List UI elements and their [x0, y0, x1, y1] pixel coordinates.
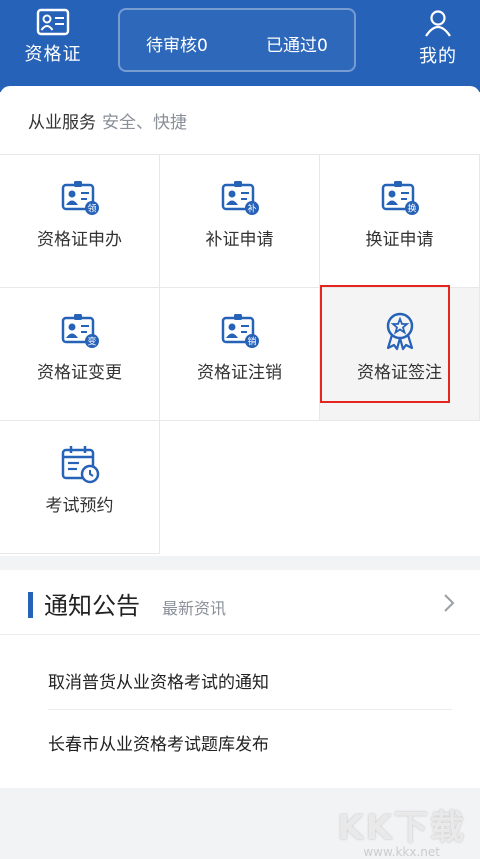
service-label: 资格证注销 — [197, 363, 282, 383]
divider — [48, 709, 452, 710]
services-subtitle: 安全、快捷 — [102, 113, 187, 133]
services-title: 从业服务 安全、快捷 — [28, 108, 187, 133]
service-badge: 补 — [247, 203, 256, 215]
certificate-apply-icon: 领 — [61, 181, 99, 215]
calendar-clock-icon — [61, 446, 100, 484]
service-label: 资格证变更 — [37, 363, 122, 383]
news-item[interactable]: 取消普货从业资格考试的通知 — [48, 668, 269, 693]
app-header: 资格证 待审核0 已通过0 我的 — [0, 0, 480, 92]
service-badge: 变 — [87, 336, 96, 348]
notice-accent-bar — [28, 592, 33, 618]
service-badge: 换 — [407, 203, 416, 215]
certificate-reissue-icon: 补 — [221, 181, 259, 215]
certificate-cancel-icon: 销 — [221, 314, 259, 348]
mine-button[interactable]: 我的 — [408, 0, 468, 80]
watermark: KK下载 www.kkx.net — [337, 800, 466, 859]
service-badge: 销 — [247, 336, 256, 348]
mine-label: 我的 — [419, 46, 457, 67]
pending-count[interactable]: 待审核0 — [146, 31, 208, 56]
service-change[interactable]: 变 资格证变更 — [0, 288, 160, 421]
news-item[interactable]: 长春市从业资格考试题库发布 — [48, 730, 269, 755]
service-exam-booking[interactable]: 考试预约 — [0, 421, 160, 554]
certificate-change-icon: 变 — [61, 314, 99, 348]
user-icon — [425, 10, 451, 37]
divider — [0, 634, 480, 635]
notice-section: 通知公告 最新资讯 取消普货从业资格考试的通知 长春市从业资格考试题库发布 — [0, 570, 480, 788]
service-replace[interactable]: 换 换证申请 — [320, 155, 480, 288]
certificate-button[interactable]: 资格证 — [14, 0, 92, 80]
service-cancel[interactable]: 销 资格证注销 — [160, 288, 320, 421]
chevron-right-icon[interactable] — [442, 592, 456, 614]
service-label: 换证申请 — [365, 230, 434, 250]
notice-title: 通知公告 — [44, 592, 140, 620]
service-label: 资格证申办 — [37, 230, 122, 250]
watermark-logo: KK下载 — [337, 808, 466, 848]
notice-subtitle: 最新资讯 — [162, 599, 227, 618]
passed-count[interactable]: 已通过0 — [266, 31, 328, 56]
services-title-text: 从业服务 — [28, 113, 96, 133]
id-card-icon — [36, 8, 70, 36]
service-label: 考试预约 — [45, 496, 114, 516]
service-label: 补证申请 — [205, 230, 274, 250]
highlight-box — [320, 285, 450, 403]
review-status-panel[interactable]: 待审核0 已通过0 — [118, 8, 356, 72]
certificate-label: 资格证 — [24, 44, 82, 65]
service-reissue[interactable]: 补 补证申请 — [160, 155, 320, 288]
service-badge: 领 — [87, 203, 96, 215]
certificate-replace-icon: 换 — [381, 181, 419, 215]
service-apply-certificate[interactable]: 领 资格证申办 — [0, 155, 160, 288]
